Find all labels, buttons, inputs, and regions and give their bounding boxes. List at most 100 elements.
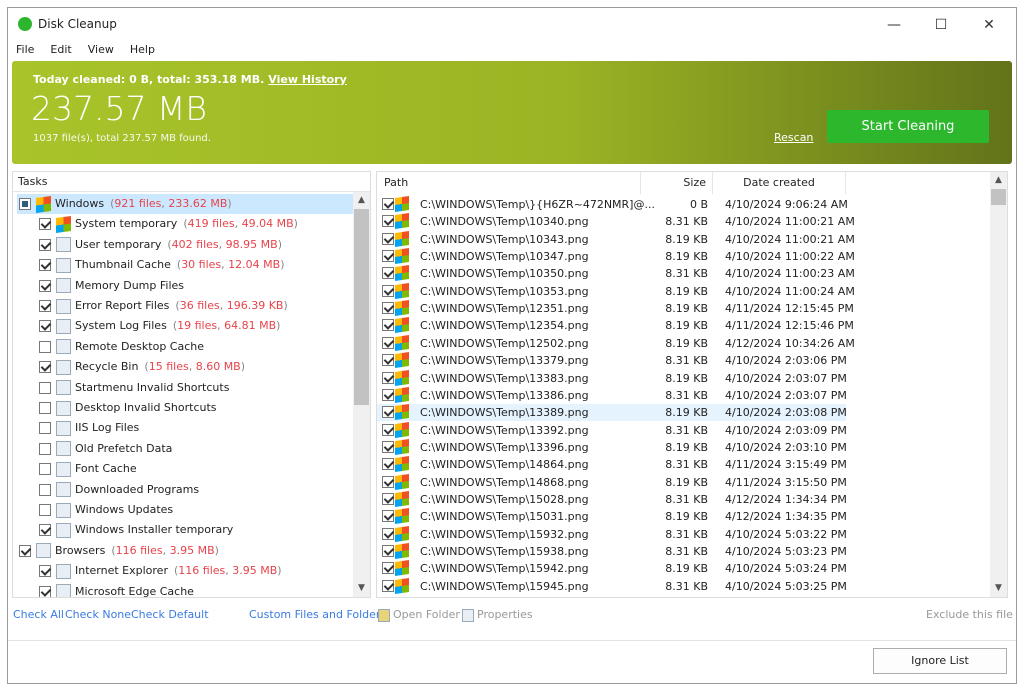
minimize-button[interactable]: — xyxy=(872,12,916,38)
task-checkbox[interactable] xyxy=(39,218,51,231)
task-checkbox[interactable] xyxy=(39,442,51,455)
file-row[interactable]: C:\WINDOWS\Temp\15942.png 8.19 KB 4/10/202… xyxy=(377,560,847,577)
task-checkbox[interactable] xyxy=(39,422,51,435)
check-default-link[interactable]: Check Default xyxy=(131,608,209,621)
open-folder-button[interactable]: Open Folder xyxy=(378,608,460,622)
task-checkbox[interactable] xyxy=(39,402,51,414)
menu-edit[interactable]: Edit xyxy=(42,41,79,59)
task-item[interactable]: Error Report Files (36 files, 196.39 KB) xyxy=(17,296,353,316)
file-row[interactable]: C:\WINDOWS\Temp\10343.png 8.19 KB 4/10/202… xyxy=(377,230,855,248)
file-checkbox[interactable] xyxy=(382,319,394,332)
file-checkbox[interactable] xyxy=(382,440,394,453)
task-item[interactable]: System Log Files (19 files, 64.81 MB) xyxy=(17,316,353,336)
task-item[interactable]: Startmenu Invalid Shortcuts xyxy=(17,378,353,398)
task-item[interactable]: Remote Desktop Cache xyxy=(17,337,353,357)
task-checkbox[interactable] xyxy=(39,340,51,353)
file-row[interactable]: C:\WINDOWS\Temp\13389.png 8.19 KB 4/10/202… xyxy=(377,404,847,422)
files-scrollbar[interactable]: ▲ ▼ xyxy=(990,172,1007,597)
file-row[interactable]: C:\WINDOWS\Temp\12354.png 8.19 KB 4/11/202… xyxy=(377,317,854,334)
task-checkbox[interactable] xyxy=(39,300,51,312)
task-item[interactable]: Downloaded Programs xyxy=(17,480,353,500)
scroll-down-icon[interactable]: ▼ xyxy=(990,580,1007,597)
file-checkbox[interactable] xyxy=(382,579,394,592)
column-path[interactable]: Path xyxy=(377,172,641,194)
file-checkbox[interactable] xyxy=(382,302,394,315)
task-item[interactable]: Browsers (116 files, 3.95 MB) xyxy=(17,541,353,561)
task-checkbox[interactable] xyxy=(39,259,51,272)
exclude-file-link[interactable]: Exclude this file xyxy=(926,608,1013,621)
file-row[interactable]: C:\WINDOWS\Temp\13386.png 8.31 KB 4/10/202… xyxy=(377,386,847,404)
task-checkbox[interactable] xyxy=(39,381,51,394)
file-checkbox[interactable] xyxy=(382,423,394,436)
file-checkbox[interactable] xyxy=(382,562,394,575)
check-none-link[interactable]: Check None xyxy=(65,608,131,621)
file-checkbox[interactable] xyxy=(382,492,394,505)
task-item[interactable]: Windows (921 files, 233.62 MB) xyxy=(17,194,353,214)
file-checkbox[interactable] xyxy=(382,284,394,297)
task-item[interactable]: Memory Dump Files xyxy=(17,276,353,296)
file-row[interactable]: C:\WINDOWS\Temp\10347.png 8.19 KB 4/10/202… xyxy=(377,248,855,265)
file-row[interactable]: C:\WINDOWS\Temp\12502.png 8.19 KB 4/12/202… xyxy=(377,334,855,352)
file-checkbox[interactable] xyxy=(382,406,394,419)
task-item[interactable]: Desktop Invalid Shortcuts xyxy=(17,398,353,418)
file-checkbox[interactable] xyxy=(382,527,394,540)
menu-help[interactable]: Help xyxy=(122,41,163,59)
task-item[interactable]: Thumbnail Cache (30 files, 12.04 MB) xyxy=(17,255,353,275)
file-checkbox[interactable] xyxy=(382,250,394,263)
maximize-button[interactable]: ☐ xyxy=(919,12,963,38)
task-item[interactable]: Windows Updates xyxy=(17,500,353,520)
task-checkbox[interactable] xyxy=(39,585,51,597)
file-checkbox[interactable] xyxy=(382,510,394,523)
file-row[interactable]: C:\WINDOWS\Temp\13392.png 8.31 KB 4/10/202… xyxy=(377,421,847,439)
file-row[interactable]: C:\WINDOWS\Temp\10350.png 8.31 KB 4/10/202… xyxy=(377,265,855,282)
file-checkbox[interactable] xyxy=(382,215,394,228)
file-row[interactable]: C:\WINDOWS\Temp\15932.png 8.31 KB 4/10/202… xyxy=(377,525,847,543)
task-checkbox[interactable] xyxy=(19,198,31,210)
task-checkbox[interactable] xyxy=(39,320,51,333)
rescan-link[interactable]: Rescan xyxy=(774,131,813,144)
file-row[interactable]: C:\WINDOWS\Temp\14868.png 8.19 KB 4/11/202… xyxy=(377,473,847,491)
file-checkbox[interactable] xyxy=(382,458,394,471)
menu-view[interactable]: View xyxy=(80,41,122,59)
menu-file[interactable]: File xyxy=(8,41,42,59)
task-checkbox[interactable] xyxy=(39,483,51,496)
task-item[interactable]: Recycle Bin (15 files, 8.60 MB) xyxy=(17,357,353,377)
file-checkbox[interactable] xyxy=(382,336,394,349)
check-all-link[interactable]: Check All xyxy=(13,608,64,621)
task-checkbox[interactable] xyxy=(39,238,51,251)
file-row[interactable]: C:\WINDOWS\Temp\13383.png 8.19 KB 4/10/202… xyxy=(377,369,847,387)
column-size[interactable]: Size xyxy=(641,172,713,194)
task-item[interactable]: Windows Installer temporary xyxy=(17,520,353,540)
file-row[interactable]: C:\WINDOWS\Temp\15945.png 8.31 KB 4/10/202… xyxy=(377,577,847,595)
file-row[interactable]: C:\WINDOWS\Temp\10353.png 8.19 KB 4/10/202… xyxy=(377,282,855,300)
tasks-scrollbar[interactable]: ▲ ▼ xyxy=(353,192,370,597)
start-cleaning-button[interactable]: Start Cleaning xyxy=(827,110,989,143)
column-date[interactable]: Date created xyxy=(713,172,846,194)
file-checkbox[interactable] xyxy=(382,267,394,280)
close-button[interactable]: ✕ xyxy=(967,12,1011,38)
properties-button[interactable]: Properties xyxy=(462,608,533,622)
task-item[interactable]: Microsoft Edge Cache xyxy=(17,582,353,597)
task-item[interactable]: Old Prefetch Data xyxy=(17,439,353,459)
task-checkbox[interactable] xyxy=(39,361,51,374)
task-checkbox[interactable] xyxy=(39,279,51,292)
task-checkbox[interactable] xyxy=(39,524,51,537)
file-checkbox[interactable] xyxy=(382,354,394,367)
custom-files-link[interactable]: Custom Files and Folders xyxy=(249,608,386,621)
file-row[interactable]: C:\WINDOWS\Temp\15031.png 8.19 KB 4/12/202… xyxy=(377,508,847,525)
file-checkbox[interactable] xyxy=(382,388,394,401)
task-item[interactable]: Internet Explorer (116 files, 3.95 MB) xyxy=(17,561,353,581)
scroll-thumb[interactable] xyxy=(991,189,1006,205)
file-row[interactable]: C:\WINDOWS\Temp\13379.png 8.31 KB 4/10/202… xyxy=(377,352,847,369)
task-item[interactable]: System temporary (419 files, 49.04 MB) xyxy=(17,214,353,234)
file-checkbox[interactable] xyxy=(382,198,394,210)
scroll-down-icon[interactable]: ▼ xyxy=(353,580,370,597)
task-item[interactable]: Font Cache xyxy=(17,459,353,479)
file-row[interactable]: C:\WINDOWS\Temp\}{H6ZR~472NMR]@... 0 B 4/1… xyxy=(377,196,848,213)
ignore-list-button[interactable]: Ignore List xyxy=(873,648,1007,674)
view-history-link[interactable]: View History xyxy=(268,73,346,86)
file-row[interactable]: C:\WINDOWS\Temp\15938.png 8.31 KB 4/10/202… xyxy=(377,543,847,560)
file-row[interactable]: C:\WINDOWS\Temp\13396.png 8.19 KB 4/10/202… xyxy=(377,438,847,456)
file-row[interactable]: C:\WINDOWS\Temp\10340.png 8.31 KB 4/10/202… xyxy=(377,213,855,230)
file-row[interactable]: C:\WINDOWS\Temp\15028.png 8.31 KB 4/12/202… xyxy=(377,490,847,508)
